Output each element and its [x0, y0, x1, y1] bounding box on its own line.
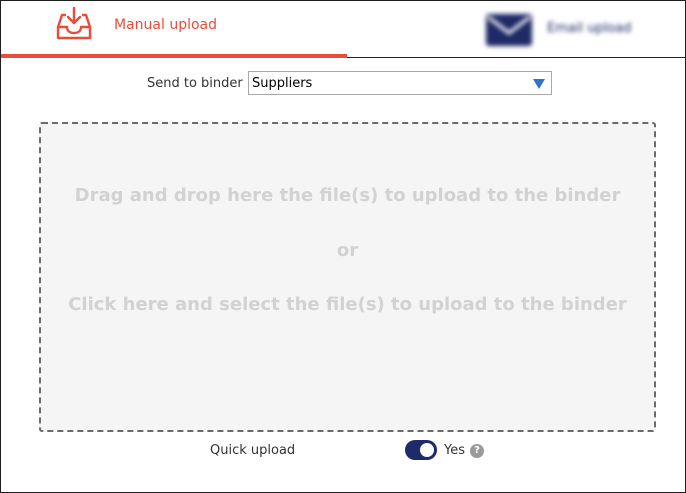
inbox-download-icon — [56, 6, 92, 40]
chevron-down-icon — [533, 79, 545, 89]
binder-label: Send to binder — [147, 76, 243, 91]
binder-select[interactable]: Suppliers — [248, 71, 552, 95]
tab-email-upload[interactable]: Email upload — [471, 1, 685, 56]
binder-row: Send to binder Suppliers — [1, 71, 685, 97]
help-icon[interactable]: ? — [470, 444, 484, 458]
quick-upload-toggle[interactable] — [405, 440, 437, 460]
quick-upload-value: Yes — [444, 443, 465, 458]
upload-tabs: Manual upload Email upload — [1, 1, 685, 58]
quick-upload-label: Quick upload — [210, 443, 296, 458]
upload-panel: Manual upload Email upload Send to binde… — [0, 0, 686, 493]
dropzone-click-text: Click here and select the file(s) to upl… — [68, 294, 627, 315]
file-dropzone[interactable]: Drag and drop here the file(s) to upload… — [39, 122, 656, 432]
tab-manual-upload-label: Manual upload — [114, 17, 218, 33]
dropzone-drag-text: Drag and drop here the file(s) to upload… — [74, 185, 621, 206]
toggle-knob — [420, 443, 434, 457]
envelope-icon — [486, 14, 532, 46]
dropzone-or-text: or — [336, 240, 359, 261]
active-tab-indicator — [1, 54, 347, 58]
binder-select-value: Suppliers — [252, 76, 313, 91]
tab-email-upload-label: Email upload — [547, 21, 632, 36]
tab-manual-upload[interactable]: Manual upload — [1, 1, 347, 58]
